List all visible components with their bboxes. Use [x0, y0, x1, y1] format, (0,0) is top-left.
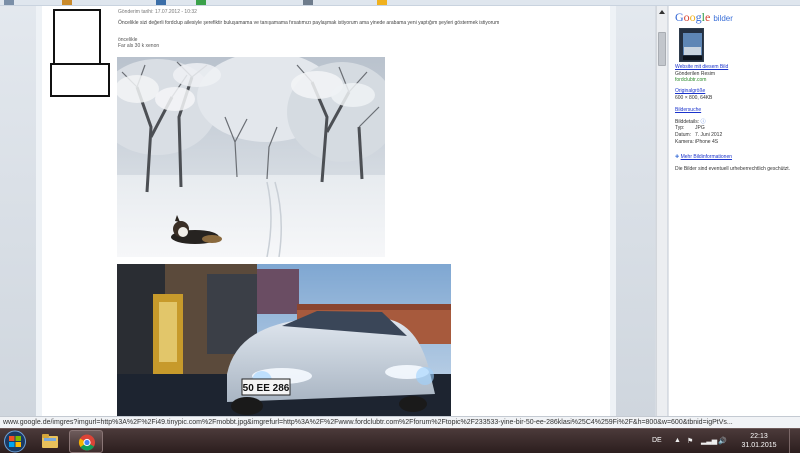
- post-signature-line: Far als 30 k xenon: [118, 43, 160, 49]
- show-desktop-button[interactable]: [789, 429, 800, 453]
- toolbar-icon[interactable]: [4, 0, 14, 5]
- detail-row: Typ: JPG: [675, 125, 705, 131]
- clock-time: 22:13: [750, 433, 768, 440]
- toolbar-icon[interactable]: [156, 0, 166, 5]
- toolbar-icon[interactable]: [303, 0, 313, 5]
- detail-row: Kamera:iPhone 4S: [675, 139, 719, 145]
- copyright-notice: Die Bilder sind eventuell urheberrechtli…: [675, 166, 791, 172]
- explorer-taskbar-button[interactable]: [33, 430, 67, 453]
- post-date: Gönderim tarihi: 17.07.2012 - 10:32: [118, 9, 197, 15]
- expand-icon[interactable]: ✚: [675, 154, 679, 160]
- image-search-link[interactable]: Bildersuche: [675, 107, 701, 113]
- windows-start-icon[interactable]: [1, 430, 29, 453]
- toolbar-icon[interactable]: [62, 0, 72, 5]
- clock-date: 31.01.2015: [741, 442, 777, 449]
- taskbar: DE ▲ ⚑ ▂▃▅ 🔊 22:13 31.01.2015: [0, 428, 800, 453]
- scrollbar-thumb[interactable]: [658, 32, 666, 66]
- language-indicator[interactable]: DE: [652, 437, 662, 444]
- more-info-link[interactable]: ✚ Mehr Bildinformationen: [675, 154, 732, 160]
- post-body: Öncelikle sizi değerli fordclup ailesiyl…: [118, 20, 500, 26]
- tray-expand-icon[interactable]: ▲: [674, 437, 681, 444]
- ford-fiesta-photo[interactable]: 50 EE 286: [117, 264, 451, 416]
- start-button[interactable]: [1, 430, 29, 453]
- clock[interactable]: 22:13 31.01.2015: [733, 432, 785, 450]
- page-scrollbar[interactable]: [656, 6, 667, 416]
- license-plate-text: 50 EE 286: [243, 383, 290, 394]
- detail-row: Datum: 7. Juni 2012: [675, 132, 723, 138]
- folder-icon: [42, 434, 58, 448]
- original-size-link[interactable]: Originalgröße: [675, 88, 705, 94]
- snow-dog-photo[interactable]: [117, 57, 385, 257]
- user-rank-frame: [50, 63, 110, 97]
- image-details-panel: Google bilder Website mit diesem Bild Gö…: [668, 6, 800, 416]
- chrome-icon: [79, 434, 95, 451]
- toolbar-icon[interactable]: [196, 0, 206, 5]
- toolbar-icon[interactable]: [377, 0, 387, 5]
- network-icon[interactable]: ▂▃▅: [701, 437, 717, 445]
- chrome-taskbar-button[interactable]: [69, 430, 103, 453]
- image-thumbnail[interactable]: [679, 28, 704, 62]
- source-domain: fordclubtr.com: [675, 77, 707, 83]
- website-link[interactable]: Website mit diesem Bild: [675, 64, 728, 70]
- browser-viewport: Gönderim tarihi: 17.07.2012 - 10:32 Önce…: [0, 6, 800, 416]
- details-label: Bilddetails: ⓘ: [675, 119, 706, 125]
- volume-icon[interactable]: 🔊: [718, 437, 727, 445]
- status-bar-url: www.google.de/imgres?imgurl=http%3A%2F%2…: [0, 416, 800, 428]
- flag-icon[interactable]: ⚑: [687, 437, 693, 445]
- user-avatar-frame: [53, 9, 101, 66]
- image-size: 600 × 800, 64KB: [675, 95, 713, 101]
- google-bilder-logo[interactable]: Google bilder: [675, 10, 733, 25]
- scroll-up-icon[interactable]: [657, 7, 667, 17]
